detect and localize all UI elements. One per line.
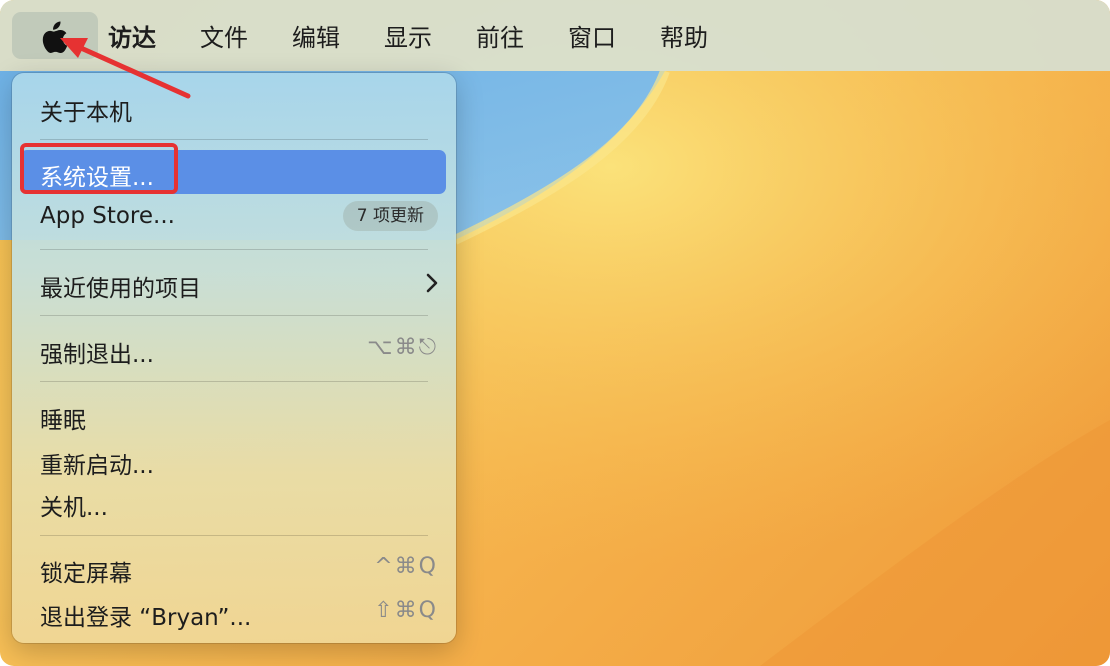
- annotation-arrow-icon: [60, 38, 191, 99]
- desktop: 访达 文件 编辑 显示 前往 窗口 帮助 关于本机 系统设置... App St…: [0, 0, 1110, 666]
